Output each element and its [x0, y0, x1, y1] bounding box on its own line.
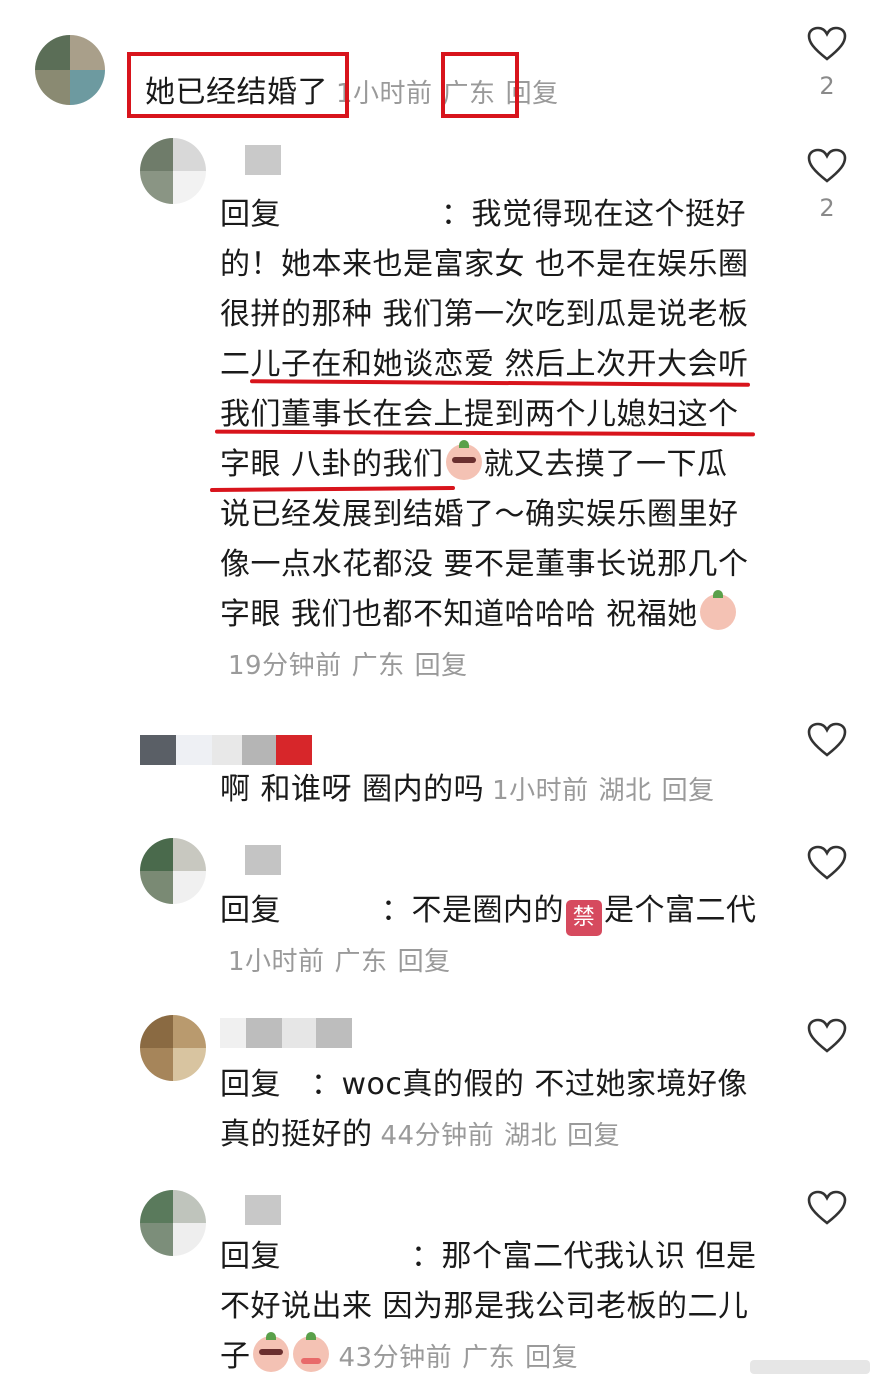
heart-icon[interactable] [807, 148, 847, 184]
heart-icon[interactable] [807, 1190, 847, 1226]
highlight-box-location [441, 52, 519, 118]
like-count: 2 [819, 72, 835, 100]
username-redacted[interactable] [220, 1018, 352, 1048]
like-area: 2 [806, 148, 848, 222]
username-redacted[interactable] [245, 845, 281, 875]
like-area [806, 722, 848, 758]
emoji-sticker-icon [292, 1332, 329, 1372]
emoji-sticker-icon [699, 590, 736, 630]
emoji-sticker-icon [445, 440, 482, 480]
comment-text: 啊 和谁呀 圈内的吗 1小时前 湖北 回复 [220, 772, 715, 807]
comment-text: 回复 ：我觉得现在这个挺好的！她本来也是富家女 也不是在娱乐圈很拼的那种 我们第一… [220, 197, 749, 681]
like-area [806, 1018, 848, 1054]
avatar[interactable] [140, 1190, 206, 1256]
reply-button[interactable]: 回复 [567, 1121, 620, 1151]
heart-icon[interactable] [807, 26, 847, 62]
emoji-sticker-icon [252, 1332, 289, 1372]
reply-button[interactable]: 回复 [525, 1343, 578, 1373]
like-count: 2 [819, 194, 835, 222]
highlight-box-text [127, 52, 349, 118]
username-redacted[interactable] [140, 735, 312, 765]
comment-text: 回复 ：woc真的假的 不过她家境好像真的挺好的 44分钟前 湖北 回复 [220, 1067, 748, 1152]
avatar[interactable] [35, 35, 105, 105]
username-redacted[interactable] [245, 1195, 281, 1225]
heart-icon[interactable] [807, 722, 847, 758]
like-area [806, 1190, 848, 1226]
reply-button[interactable]: 回复 [415, 651, 468, 681]
comment-text: 回复 ：不是圈内的禁是个富二代1小时前 广东 回复 [220, 893, 757, 977]
like-area [806, 845, 848, 881]
avatar[interactable] [140, 138, 206, 204]
username-redacted[interactable] [245, 145, 281, 175]
reply-button[interactable]: 回复 [662, 776, 715, 806]
heart-icon[interactable] [807, 1018, 847, 1054]
heart-icon[interactable] [807, 845, 847, 881]
like-area: 2 [806, 26, 848, 100]
avatar[interactable] [140, 838, 206, 904]
comment-text: 回复 ：那个富二代我认识 但是不好说出来 因为那是我公司老板的二儿子 43分钟前 广东… [220, 1239, 757, 1374]
reply-button[interactable]: 回复 [398, 947, 451, 977]
watermark [750, 1360, 870, 1374]
avatar[interactable] [140, 1015, 206, 1081]
banned-word-icon: 禁 [566, 900, 602, 936]
